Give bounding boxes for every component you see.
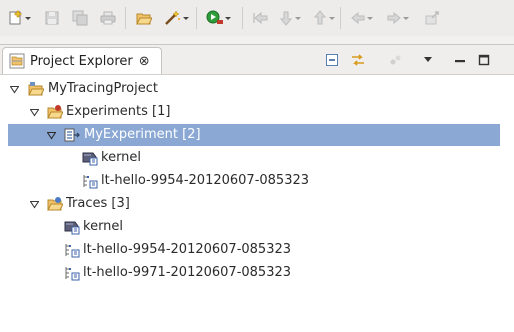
back-icon [351, 11, 365, 25]
tree-item-label: lt-hello-9954-20120607-085323 [83, 242, 292, 257]
toolbar-separator [196, 7, 197, 29]
prev-annotation-icon [313, 10, 327, 25]
save-all-button[interactable] [72, 8, 88, 28]
toolbar-separator [242, 7, 243, 29]
view-menu-button[interactable] [420, 52, 436, 68]
minimize-button[interactable] [452, 52, 468, 68]
filter-icon [390, 55, 401, 65]
tab-project-explorer[interactable]: Project Explorer ⊗ [2, 47, 162, 74]
forward-icon [387, 11, 401, 25]
next-annotation-icon [279, 11, 293, 26]
expanded-arrow-icon[interactable] [30, 108, 39, 117]
wand-button[interactable] [164, 8, 189, 28]
project-explorer-icon [9, 53, 25, 69]
ust-trace-icon [83, 175, 98, 189]
tree-item-project[interactable]: MyTracingProject [0, 78, 514, 100]
link-editor-icon [352, 54, 364, 66]
view-header: Project Explorer ⊗ [0, 45, 514, 75]
toolbar-separator [125, 7, 126, 29]
ust-trace-icon [65, 244, 80, 258]
forward-button[interactable] [386, 8, 409, 28]
main-toolbar [0, 0, 514, 36]
tree-item-trace-lthello-9954[interactable]: lt-hello-9954-20120607-085323 [0, 239, 514, 261]
project-explorer-view: Project Explorer ⊗ MyTracingProject Expe… [0, 44, 514, 332]
maximize-icon [478, 54, 490, 66]
next-annotation-button[interactable] [278, 8, 301, 28]
chevron-down-icon[interactable] [295, 8, 301, 28]
tree-item-label: kernel [83, 219, 124, 234]
back-history-icon [253, 11, 268, 25]
tree-item-label: MyTracingProject [48, 81, 158, 96]
tree-item-experiments-folder[interactable]: Experiments [1] [0, 101, 514, 123]
prev-annotation-button[interactable] [312, 8, 335, 28]
chevron-down-icon[interactable] [367, 8, 373, 28]
tree-item-label: MyExperiment [2] [84, 127, 201, 142]
wand-icon [165, 10, 180, 25]
chevron-down-icon[interactable] [403, 8, 409, 28]
view-menu-icon [424, 57, 432, 62]
collapse-all-icon [326, 54, 338, 66]
print-button[interactable] [100, 8, 116, 28]
experiment-icon [64, 128, 80, 142]
expanded-arrow-icon[interactable] [10, 85, 19, 94]
kernel-trace-icon [64, 221, 80, 235]
tree-item-trace-lthello-9971[interactable]: lt-hello-9971-20120607-085323 [0, 262, 514, 284]
last-edit-icon [425, 11, 439, 25]
expanded-arrow-icon[interactable] [30, 200, 39, 209]
experiments-folder-icon [47, 105, 63, 119]
open-folder-icon [136, 13, 152, 25]
save-all-icon [72, 10, 88, 26]
tree-item-label: lt-hello-9954-20120607-085323 [101, 173, 310, 188]
tree-item-label: kernel [101, 150, 142, 165]
tree-item-experiment[interactable]: MyExperiment [2] [8, 124, 500, 146]
tab-label: Project Explorer [30, 53, 133, 69]
tree-item-traces-folder[interactable]: Traces [3] [0, 193, 514, 215]
toolbar-separator [340, 7, 341, 29]
kernel-trace-icon [82, 152, 98, 166]
tree-item-exp-trace-kernel[interactable]: kernel [0, 147, 514, 169]
back-history-button[interactable] [252, 8, 270, 28]
project-folder-icon [28, 82, 44, 96]
open-folder-button[interactable] [136, 8, 152, 28]
close-icon[interactable]: ⊗ [139, 54, 150, 69]
tree-item-label: lt-hello-9971-20120607-085323 [83, 265, 292, 280]
filter-button[interactable] [388, 52, 404, 68]
print-icon [100, 11, 116, 25]
chevron-down-icon[interactable] [329, 8, 335, 28]
expanded-arrow-icon[interactable] [47, 131, 56, 140]
tree-item-label: Experiments [1] [66, 104, 171, 119]
collapse-all-button[interactable] [324, 52, 340, 68]
last-edit-button[interactable] [424, 8, 440, 28]
tree-item-label: Traces [3] [66, 196, 130, 211]
maximize-button[interactable] [476, 52, 492, 68]
chevron-down-icon[interactable] [183, 8, 189, 28]
run-icon [206, 10, 223, 24]
new-icon [9, 10, 22, 25]
tree-item-trace-kernel[interactable]: kernel [0, 216, 514, 238]
save-button[interactable] [44, 8, 60, 28]
ust-trace-icon [65, 267, 80, 281]
traces-folder-icon [47, 197, 63, 211]
new-button[interactable] [8, 8, 31, 28]
back-button[interactable] [350, 8, 373, 28]
run-button[interactable] [206, 8, 231, 28]
save-icon [45, 11, 59, 25]
chevron-down-icon[interactable] [225, 8, 231, 28]
tree-item-exp-trace-lthello[interactable]: lt-hello-9954-20120607-085323 [0, 170, 514, 192]
chevron-down-icon[interactable] [25, 8, 31, 28]
link-with-editor-button[interactable] [350, 52, 366, 68]
minimize-icon [455, 60, 465, 63]
